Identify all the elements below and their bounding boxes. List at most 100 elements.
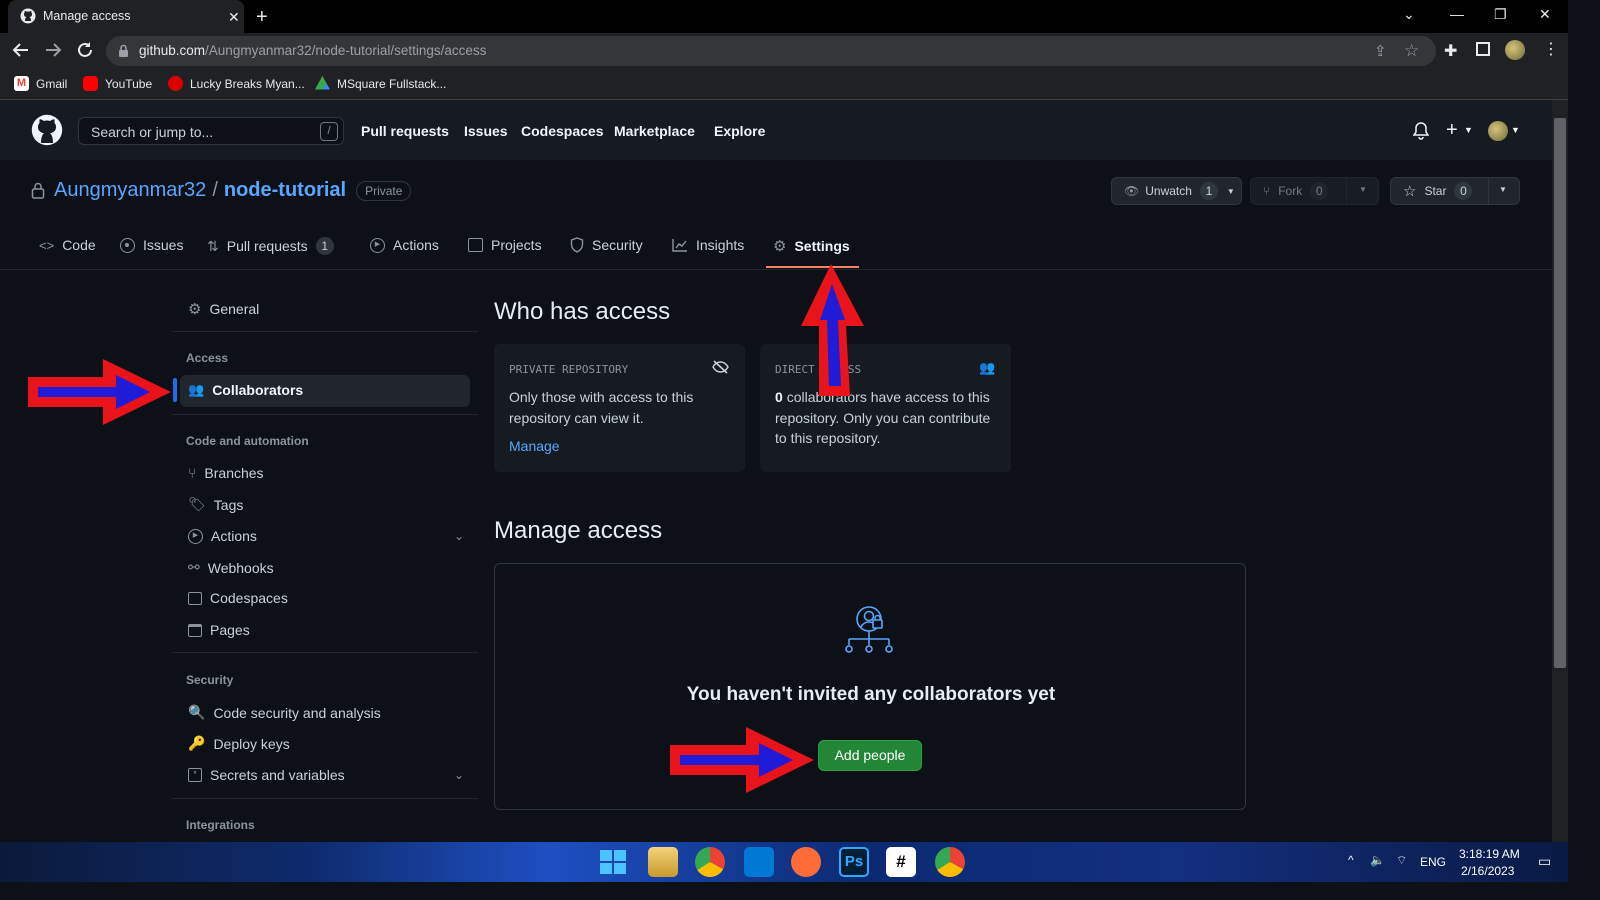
chrome-menu-icon[interactable]: ⋮ — [1543, 39, 1559, 59]
tab-pull-requests[interactable]: ⇅ Pull requests 1 — [207, 237, 334, 255]
card-text-body: collaborators have access to this reposi… — [775, 389, 991, 446]
tag-icon: 🏷 — [188, 496, 206, 512]
repo-owner-link[interactable]: Aungmyanmar32 — [54, 179, 206, 202]
tab-insights[interactable]: Insights — [672, 237, 744, 253]
photoshop-icon[interactable]: Ps — [839, 847, 869, 877]
user-avatar[interactable] — [1488, 121, 1508, 141]
search-input[interactable]: Search or jump to... / — [78, 117, 344, 145]
nav-explore[interactable]: Explore — [714, 123, 765, 139]
nav-marketplace[interactable]: Marketplace — [614, 123, 695, 139]
tab-settings[interactable]: ⚙ Settings — [773, 237, 850, 255]
repo-name-link[interactable]: node-tutorial — [224, 179, 346, 202]
sidebar-item-code-security[interactable]: 🔍 Code security and analysis — [188, 704, 381, 721]
forward-icon[interactable] — [44, 41, 62, 59]
tab-search-icon[interactable]: ⌄ — [1403, 6, 1415, 23]
sidebar-item-label: Webhooks — [207, 559, 274, 576]
notification-center-icon[interactable]: ▭ — [1538, 853, 1551, 870]
sidebar-item-pages[interactable]: Pages — [188, 622, 250, 638]
extensions-icon[interactable]: ✚ — [1444, 41, 1457, 61]
vscode-icon[interactable] — [744, 847, 774, 877]
nav-issues[interactable]: Issues — [464, 123, 508, 139]
sidebar-item-codespaces[interactable]: Codespaces — [188, 590, 288, 606]
minimize-icon[interactable]: — — [1450, 6, 1464, 22]
sidebar-divider — [172, 652, 478, 653]
sidebar-item-deploy-keys[interactable]: 🔑 Deploy keys — [188, 735, 290, 752]
sidebar-active-indicator — [173, 378, 177, 402]
chevron-down-icon[interactable]: ▼ — [1511, 125, 1520, 135]
chrome-icon[interactable] — [935, 847, 965, 877]
sidebar-item-general[interactable]: ⚙ General — [188, 300, 259, 318]
side-panel-icon[interactable] — [1476, 42, 1490, 56]
table-icon — [468, 238, 483, 252]
tab-close-icon[interactable]: ✕ — [228, 9, 240, 26]
fork-button[interactable]: ⑂ Fork 0 ▼ — [1250, 177, 1379, 205]
sidebar-item-webhooks[interactable]: ⚯ Webhooks — [188, 559, 274, 576]
reload-icon[interactable] — [76, 41, 94, 59]
star-icon: ☆ — [1403, 183, 1417, 200]
sidebar-item-collaborators[interactable]: 👥 Collaborators — [188, 382, 303, 398]
star-button[interactable]: ☆ Star 0 ▼ — [1390, 177, 1520, 205]
private-lock-icon — [31, 182, 45, 199]
gear-icon: ⚙ — [188, 301, 202, 318]
sidebar-item-branches[interactable]: ⑂ Branches — [188, 465, 264, 481]
code-icon: <> — [39, 237, 55, 253]
manage-link[interactable]: Manage — [509, 438, 560, 454]
scrollbar-thumb[interactable] — [1554, 118, 1566, 668]
codespaces-icon — [188, 591, 202, 605]
tab-label: Insights — [696, 237, 745, 253]
close-window-icon[interactable]: ✕ — [1539, 6, 1551, 23]
back-icon[interactable] — [12, 41, 30, 59]
sidebar-item-label: Actions — [211, 528, 257, 544]
wifi-icon[interactable]: ⌔ — [1396, 853, 1407, 868]
sidebar-item-actions[interactable]: ▶ Actions ⌄ — [188, 528, 464, 544]
volume-icon[interactable]: 🔈 — [1370, 853, 1385, 867]
notifications-bell-icon[interactable] — [1413, 122, 1429, 140]
clock-date[interactable]: 2/16/2023 — [1461, 864, 1514, 878]
bookmark-youtube[interactable]: YouTube — [83, 76, 152, 91]
tab-projects[interactable]: Projects — [468, 237, 542, 253]
sidebar-item-secrets[interactable]: * Secrets and variables ⌄ — [188, 767, 464, 783]
browser-tab[interactable]: Manage access ✕ — [8, 0, 244, 33]
chevron-down-icon[interactable]: ▼ — [1464, 125, 1473, 135]
bookmark-label: MSquare Fullstack... — [337, 76, 447, 91]
bookmark-msquare[interactable]: MSquare Fullstack... — [315, 76, 446, 91]
file-explorer-icon[interactable] — [648, 847, 678, 877]
bookmark-gmail[interactable]: M Gmail — [14, 76, 67, 91]
card-text: Only those with access to this repositor… — [509, 389, 694, 426]
tab-security[interactable]: Security — [570, 237, 643, 253]
bookmark-star-icon[interactable]: ☆ — [1404, 41, 1419, 61]
chrome-icon[interactable] — [695, 847, 725, 877]
star-count: 0 — [1454, 182, 1473, 200]
windows-start-icon[interactable] — [597, 847, 627, 877]
address-bar[interactable]: github.com/Aungmyanmar32/node-tutorial/s… — [106, 36, 1436, 66]
sidebar-item-tags[interactable]: 🏷 Tags — [188, 496, 243, 513]
unwatch-button[interactable]: 👁 Unwatch 1 ▼ — [1111, 177, 1242, 205]
browser-toolbar: github.com/Aungmyanmar32/node-tutorial/s… — [0, 33, 1568, 69]
share-icon[interactable]: ⇪ — [1374, 42, 1387, 60]
slack-hash-icon[interactable]: # — [886, 847, 916, 877]
lock-icon[interactable] — [118, 44, 129, 58]
profile-avatar[interactable] — [1505, 40, 1525, 60]
postman-icon[interactable] — [791, 847, 821, 877]
create-new-plus-icon[interactable]: + — [1446, 119, 1458, 142]
tab-label: Code — [62, 237, 96, 253]
github-logo-icon[interactable] — [31, 114, 63, 146]
bookmarks-bar: M Gmail YouTube Lucky Breaks Myan... MSq… — [0, 69, 1568, 100]
nav-codespaces[interactable]: Codespaces — [521, 123, 603, 139]
clock-time[interactable]: 3:18:19 AM — [1459, 847, 1520, 861]
restore-icon[interactable]: ❐ — [1494, 6, 1507, 23]
bookmark-lucky-breaks[interactable]: Lucky Breaks Myan... — [168, 76, 305, 91]
add-people-button[interactable]: Add people — [818, 740, 922, 771]
chevron-down-icon[interactable]: ⌄ — [454, 529, 464, 543]
tab-code[interactable]: <> Code — [39, 237, 96, 253]
tab-actions[interactable]: ▶ Actions — [370, 237, 439, 253]
url-text[interactable]: github.com/Aungmyanmar32/node-tutorial/s… — [139, 43, 486, 58]
tab-issues[interactable]: Issues — [120, 237, 183, 253]
button-divider — [1488, 178, 1489, 204]
nav-pull-requests[interactable]: Pull requests — [361, 123, 449, 139]
language-indicator[interactable]: ENG — [1420, 855, 1446, 869]
chevron-down-icon[interactable]: ⌄ — [454, 768, 464, 782]
tray-overflow-icon[interactable]: ^ — [1348, 853, 1354, 867]
gmail-icon: M — [14, 76, 29, 91]
new-tab-icon[interactable]: + — [256, 6, 268, 29]
